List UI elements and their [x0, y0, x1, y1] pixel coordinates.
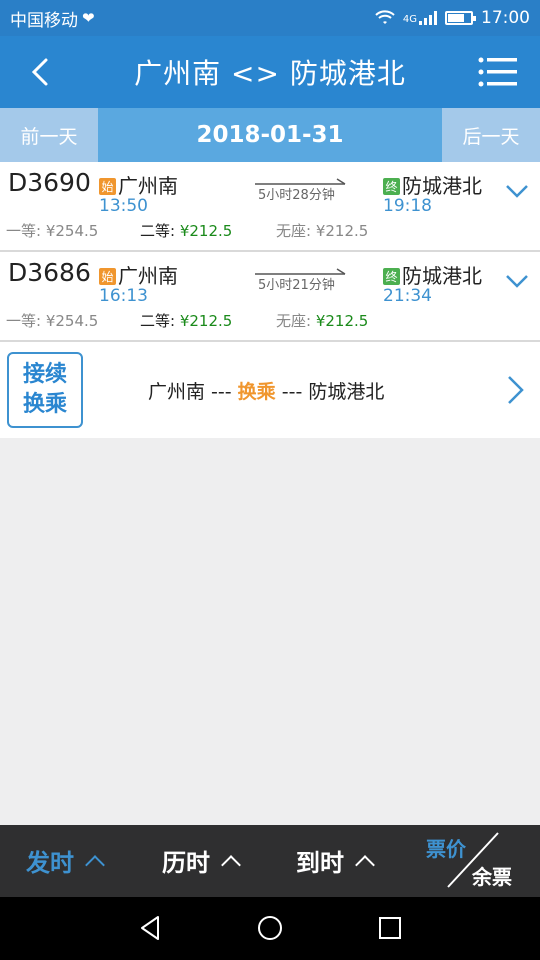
arrival-station-name: 防城港北	[402, 174, 482, 198]
current-date[interactable]: 2018-01-31	[98, 122, 442, 148]
duration-indicator: 5小时21分钟	[255, 268, 347, 294]
chevron-up-icon	[85, 854, 105, 875]
train-row[interactable]: D3686 始广州南 16:13 5小时21分钟 终防城港北 21:34 一等:…	[0, 252, 540, 342]
sort-by-arrival[interactable]: 到时	[296, 843, 375, 878]
transfer-sep: ---	[275, 381, 309, 403]
sort-by-duration[interactable]: 历时	[162, 843, 241, 878]
sort-duration-label: 历时	[162, 849, 210, 877]
sort-departure-label: 发时	[26, 849, 74, 877]
chevron-up-icon	[355, 854, 375, 875]
transfer-from: 广州南	[148, 381, 206, 403]
chevron-down-icon	[506, 185, 528, 198]
system-nav-bar	[0, 897, 540, 960]
menu-button[interactable]	[478, 54, 518, 90]
page-title: 广州南 <> 防城港北	[134, 57, 406, 90]
train-number: D3690	[8, 168, 91, 197]
back-chevron-icon	[31, 58, 48, 86]
transfer-to: 防城港北	[308, 381, 385, 403]
transfer-option[interactable]: 接续 换乘 广州南 --- 换乘 --- 防城港北	[0, 342, 540, 438]
square-recents-icon	[379, 917, 401, 939]
chevron-up-icon	[221, 854, 241, 875]
heart-icon: ❤	[82, 9, 95, 27]
date-bar: 前一天 2018-01-31 后一天	[0, 108, 540, 162]
prev-day-button[interactable]: 前一天	[0, 108, 98, 162]
nav-back-button[interactable]	[136, 913, 166, 943]
sort-arrival-label: 到时	[296, 849, 344, 877]
second-class-label: 二等:	[140, 312, 176, 330]
departure-station: 始广州南	[99, 260, 178, 289]
nav-recents-button[interactable]	[375, 913, 405, 943]
second-class-label: 二等:	[140, 222, 176, 240]
network-type: 4G	[402, 14, 417, 25]
departure-station: 始广州南	[99, 170, 178, 199]
departure-station-name: 广州南	[118, 174, 178, 198]
status-bar: 中国移动 ❤ 4G 17:00	[0, 0, 540, 36]
price-remaining-toggle[interactable]: 票价 余票	[426, 831, 526, 891]
first-class-value: ¥254.5	[45, 222, 99, 240]
expand-button[interactable]	[504, 270, 530, 292]
transfer-open-button[interactable]	[504, 374, 526, 406]
second-class-price: 二等: ¥212.5	[140, 220, 232, 241]
remaining-label: 余票	[472, 865, 512, 889]
transfer-badge-line2: 换乘	[22, 392, 67, 417]
signal-icon	[419, 11, 437, 25]
circle-home-icon	[258, 916, 282, 940]
first-class-label: 一等:	[6, 222, 42, 240]
sort-by-departure[interactable]: 发时	[26, 843, 105, 878]
no-seat-value: ¥212.5	[315, 312, 369, 330]
second-class-value: ¥212.5	[179, 312, 233, 330]
start-station-tag: 始	[99, 268, 116, 285]
no-seat-value: ¥212.5	[315, 222, 369, 240]
no-seat-label: 无座:	[276, 312, 312, 330]
status-time: 17:00	[481, 8, 530, 28]
no-seat-price: 无座: ¥212.5	[276, 310, 368, 331]
chevron-right-icon	[508, 376, 524, 404]
back-button[interactable]	[22, 54, 58, 90]
second-class-value: ¥212.5	[179, 222, 233, 240]
expand-button[interactable]	[504, 180, 530, 202]
train-list: D3690 始广州南 13:50 5小时28分钟 终防城港北 19:18 一等:…	[0, 162, 540, 342]
end-station-tag: 终	[383, 268, 400, 285]
duration-indicator: 5小时28分钟	[255, 178, 347, 204]
nav-home-button[interactable]	[255, 913, 285, 943]
second-class-price: 二等: ¥212.5	[140, 310, 232, 331]
train-row[interactable]: D3690 始广州南 13:50 5小时28分钟 终防城港北 19:18 一等:…	[0, 162, 540, 252]
departure-station-name: 广州南	[118, 264, 178, 288]
menu-icon	[478, 57, 517, 87]
sort-bar: 发时 历时 到时 票价 余票	[0, 825, 540, 897]
trip-duration: 5小时21分钟	[258, 278, 335, 293]
end-station-tag: 终	[383, 178, 400, 195]
next-day-button[interactable]: 后一天	[442, 108, 540, 162]
transfer-badge: 接续 换乘	[7, 352, 83, 428]
first-class-price: 一等: ¥254.5	[6, 220, 98, 241]
first-class-price: 一等: ¥254.5	[6, 310, 98, 331]
arrival-station-name: 防城港北	[402, 264, 482, 288]
transfer-middle: 换乘	[237, 381, 276, 403]
first-class-label: 一等:	[6, 312, 42, 330]
departure-time: 16:13	[99, 286, 148, 306]
train-number: D3686	[8, 258, 91, 287]
transfer-route: 广州南 --- 换乘 --- 防城港北	[148, 377, 384, 404]
carrier-name: 中国移动	[10, 10, 78, 31]
no-seat-label: 无座:	[276, 222, 312, 240]
arrival-time: 21:34	[383, 286, 432, 306]
departure-time: 13:50	[99, 196, 148, 216]
transfer-sep: ---	[205, 381, 238, 403]
no-seat-price: 无座: ¥212.5	[276, 220, 368, 241]
wifi-icon	[375, 10, 395, 24]
transfer-badge-line1: 接续	[22, 362, 67, 387]
chevron-down-icon	[506, 275, 528, 288]
triangle-back-icon	[141, 916, 159, 940]
first-class-value: ¥254.5	[45, 312, 99, 330]
status-icons: 4G 17:00	[375, 8, 530, 28]
title-bar: 广州南 <> 防城港北	[0, 36, 540, 108]
arrival-station: 终防城港北	[383, 170, 482, 199]
battery-icon	[445, 11, 476, 25]
trip-duration: 5小时28分钟	[258, 188, 335, 203]
arrival-time: 19:18	[383, 196, 432, 216]
arrival-station: 终防城港北	[383, 260, 482, 289]
carrier-group: 中国移动 ❤	[10, 6, 95, 31]
start-station-tag: 始	[99, 178, 116, 195]
